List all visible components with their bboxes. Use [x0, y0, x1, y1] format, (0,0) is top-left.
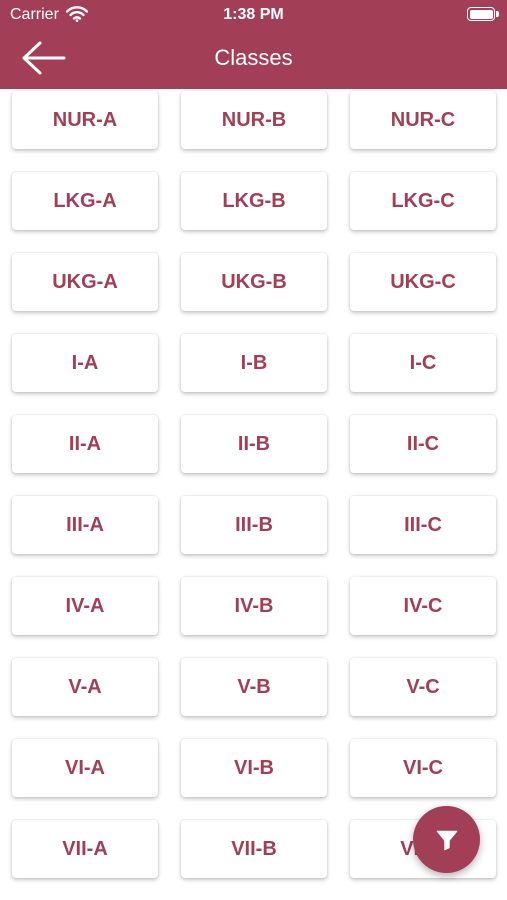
- class-card[interactable]: III-C: [350, 496, 496, 554]
- class-label: II-B: [237, 432, 271, 455]
- class-label: LKG-C: [391, 189, 455, 212]
- class-label: NUR-B: [221, 108, 287, 131]
- class-label: VII-B: [231, 837, 277, 860]
- class-card[interactable]: II-A: [12, 415, 158, 473]
- class-label: III-C: [404, 513, 442, 536]
- class-card[interactable]: VII-A: [12, 820, 158, 878]
- class-label: UKG-A: [52, 270, 118, 293]
- class-card[interactable]: LKG-B: [181, 172, 327, 230]
- status-time: 1:38 PM: [223, 6, 284, 23]
- class-label: LKG-A: [53, 189, 117, 212]
- class-label: IV-C: [403, 594, 443, 617]
- class-label: VI-C: [403, 756, 443, 779]
- class-label: NUR-A: [52, 108, 118, 131]
- class-label: V-B: [237, 675, 271, 698]
- class-label: VI-B: [234, 756, 274, 779]
- class-label: NUR-C: [390, 108, 456, 131]
- class-card[interactable]: I-A: [12, 334, 158, 392]
- class-grid: NUR-A NUR-B NUR-C LKG-A LKG-B LKG-C UKG-A UKG-B…: [0, 89, 507, 900]
- class-card[interactable]: II-C: [350, 415, 496, 473]
- class-card[interactable]: VI-C: [350, 739, 496, 797]
- class-label: UKG-B: [221, 270, 287, 293]
- class-card[interactable]: V-B: [181, 658, 327, 716]
- class-card[interactable]: NUR-C: [350, 91, 496, 149]
- class-card[interactable]: IV-A: [12, 577, 158, 635]
- class-card[interactable]: LKG-C: [350, 172, 496, 230]
- filter-icon: [436, 830, 457, 850]
- class-label: V-C: [406, 675, 440, 698]
- class-label: I-A: [71, 351, 99, 374]
- class-label: III-A: [66, 513, 104, 536]
- class-label: III-B: [235, 513, 273, 536]
- class-card[interactable]: NUR-B: [181, 91, 327, 149]
- class-card[interactable]: VII-B: [181, 820, 327, 878]
- page-title: Classes: [214, 45, 293, 70]
- filter-button[interactable]: [413, 806, 480, 873]
- class-card[interactable]: UKG-A: [12, 253, 158, 311]
- class-label: IV-A: [65, 594, 105, 617]
- class-label: II-C: [406, 432, 440, 455]
- class-label: VI-A: [65, 756, 105, 779]
- app-header: Carrier 1:38 PM Classes: [0, 0, 507, 89]
- class-card[interactable]: NUR-A: [12, 91, 158, 149]
- class-label: LKG-B: [222, 189, 286, 212]
- class-card[interactable]: IV-B: [181, 577, 327, 635]
- class-card[interactable]: VI-A: [12, 739, 158, 797]
- class-card[interactable]: V-A: [12, 658, 158, 716]
- status-bar: Carrier 1:38 PM: [0, 0, 507, 30]
- class-card[interactable]: I-C: [350, 334, 496, 392]
- class-label: I-C: [409, 351, 437, 374]
- class-card[interactable]: LKG-A: [12, 172, 158, 230]
- class-label: IV-B: [234, 594, 274, 617]
- class-label: V-A: [68, 675, 102, 698]
- class-label: UKG-C: [390, 270, 456, 293]
- class-label: I-B: [240, 351, 268, 374]
- class-card[interactable]: UKG-C: [350, 253, 496, 311]
- class-card[interactable]: UKG-B: [181, 253, 327, 311]
- class-card[interactable]: III-B: [181, 496, 327, 554]
- class-label: II-A: [68, 432, 102, 455]
- class-label: VII-A: [62, 837, 108, 860]
- class-card[interactable]: V-C: [350, 658, 496, 716]
- battery-icon: [467, 7, 499, 21]
- class-card[interactable]: II-B: [181, 415, 327, 473]
- class-card[interactable]: VI-B: [181, 739, 327, 797]
- class-card[interactable]: III-A: [12, 496, 158, 554]
- class-card[interactable]: I-B: [181, 334, 327, 392]
- class-card[interactable]: IV-C: [350, 577, 496, 635]
